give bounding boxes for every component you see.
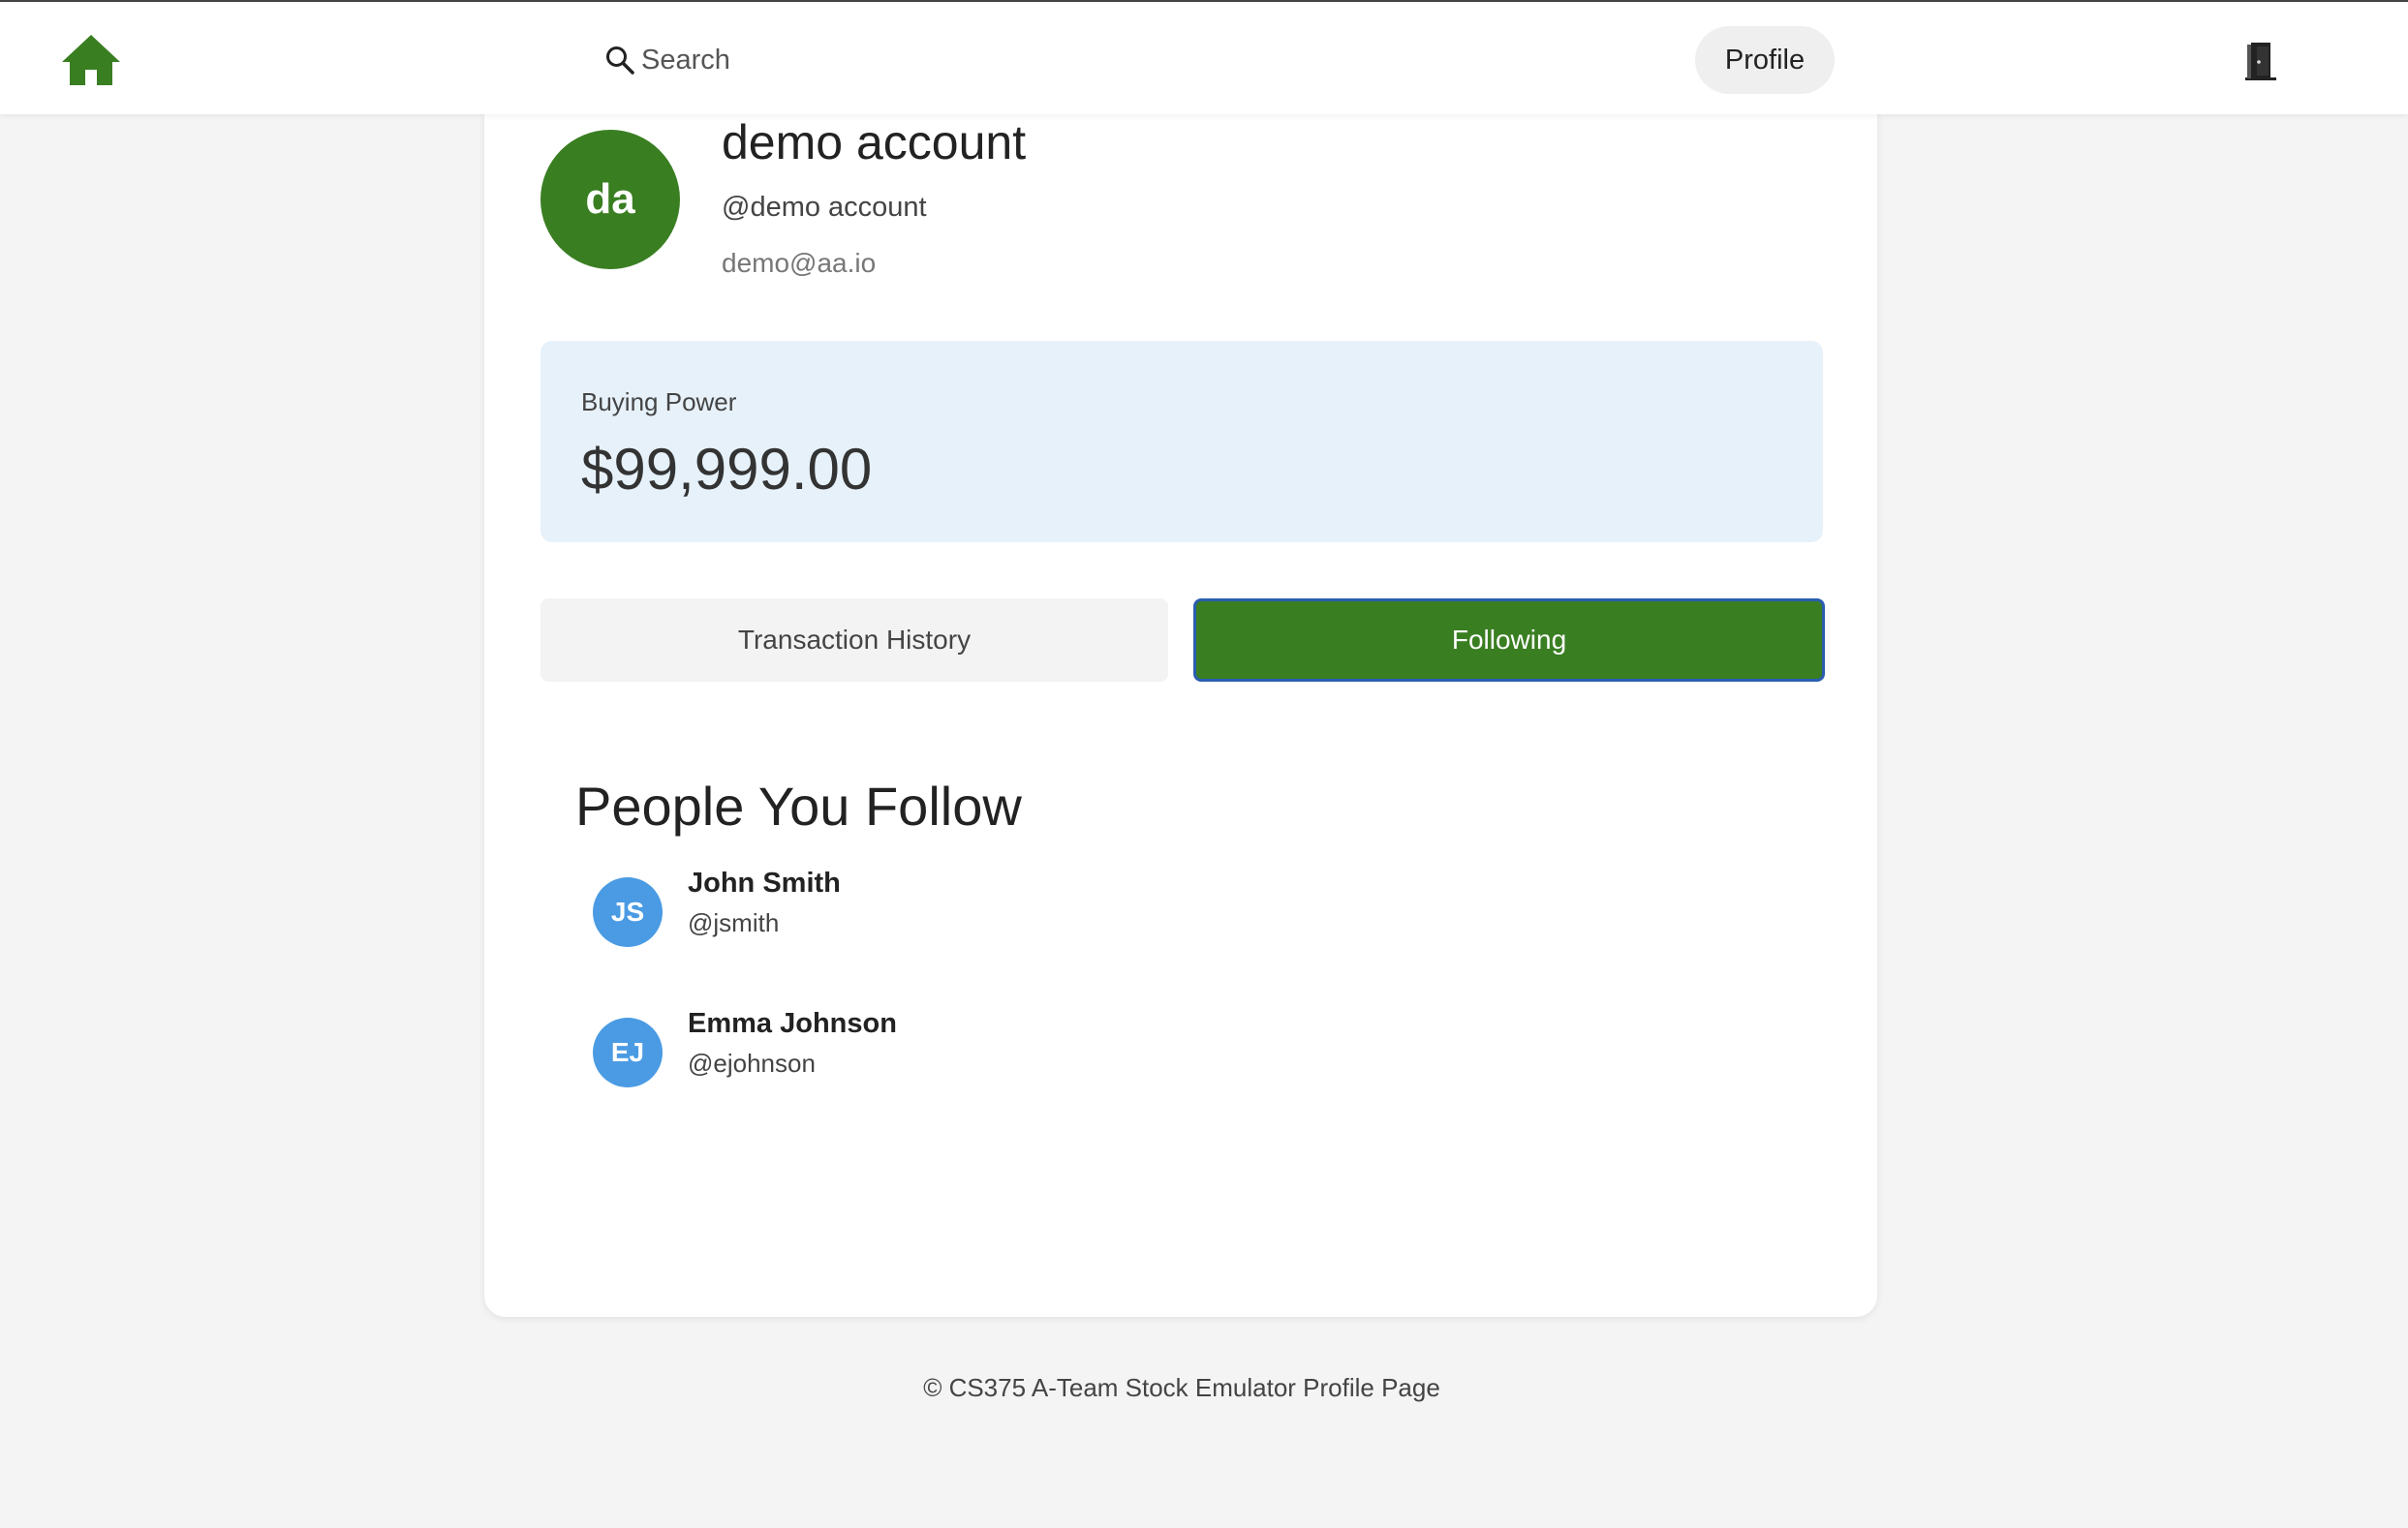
door-icon xyxy=(2245,43,2276,80)
profile-display-name: demo account xyxy=(722,115,1027,169)
followed-user-avatar: EJ xyxy=(593,1018,663,1087)
tab-following[interactable]: Following xyxy=(1193,598,1825,682)
buying-power-label: Buying Power xyxy=(581,387,737,416)
home-button[interactable] xyxy=(60,31,122,89)
profile-avatar: da xyxy=(540,130,680,269)
profile-email: demo@aa.io xyxy=(722,248,877,278)
page-footer: © CS375 A-Team Stock Emulator Profile Pa… xyxy=(923,1373,1440,1402)
profile-handle: @demo account xyxy=(722,192,927,223)
tab-transaction-history[interactable]: Transaction History xyxy=(540,598,1168,682)
buying-power-value: $99,999.00 xyxy=(581,437,873,502)
top-navbar: Search Profile xyxy=(0,2,2408,114)
followed-user-name: John Smith xyxy=(688,868,841,899)
search-icon xyxy=(606,46,634,75)
buying-power-panel: Buying Power $99,999.00 xyxy=(540,341,1823,542)
followed-user-avatar: JS xyxy=(593,877,663,947)
followed-user-handle: @ejohnson xyxy=(688,1049,816,1078)
search-label: Search xyxy=(641,44,730,76)
home-icon xyxy=(62,35,120,85)
search-button[interactable]: Search xyxy=(604,39,730,81)
following-section-title: People You Follow xyxy=(575,776,1022,837)
logout-button[interactable] xyxy=(2243,41,2278,81)
followed-user-name: Emma Johnson xyxy=(688,1008,897,1039)
followed-user-handle: @jsmith xyxy=(688,908,780,937)
profile-nav-button[interactable]: Profile xyxy=(1695,26,1835,94)
